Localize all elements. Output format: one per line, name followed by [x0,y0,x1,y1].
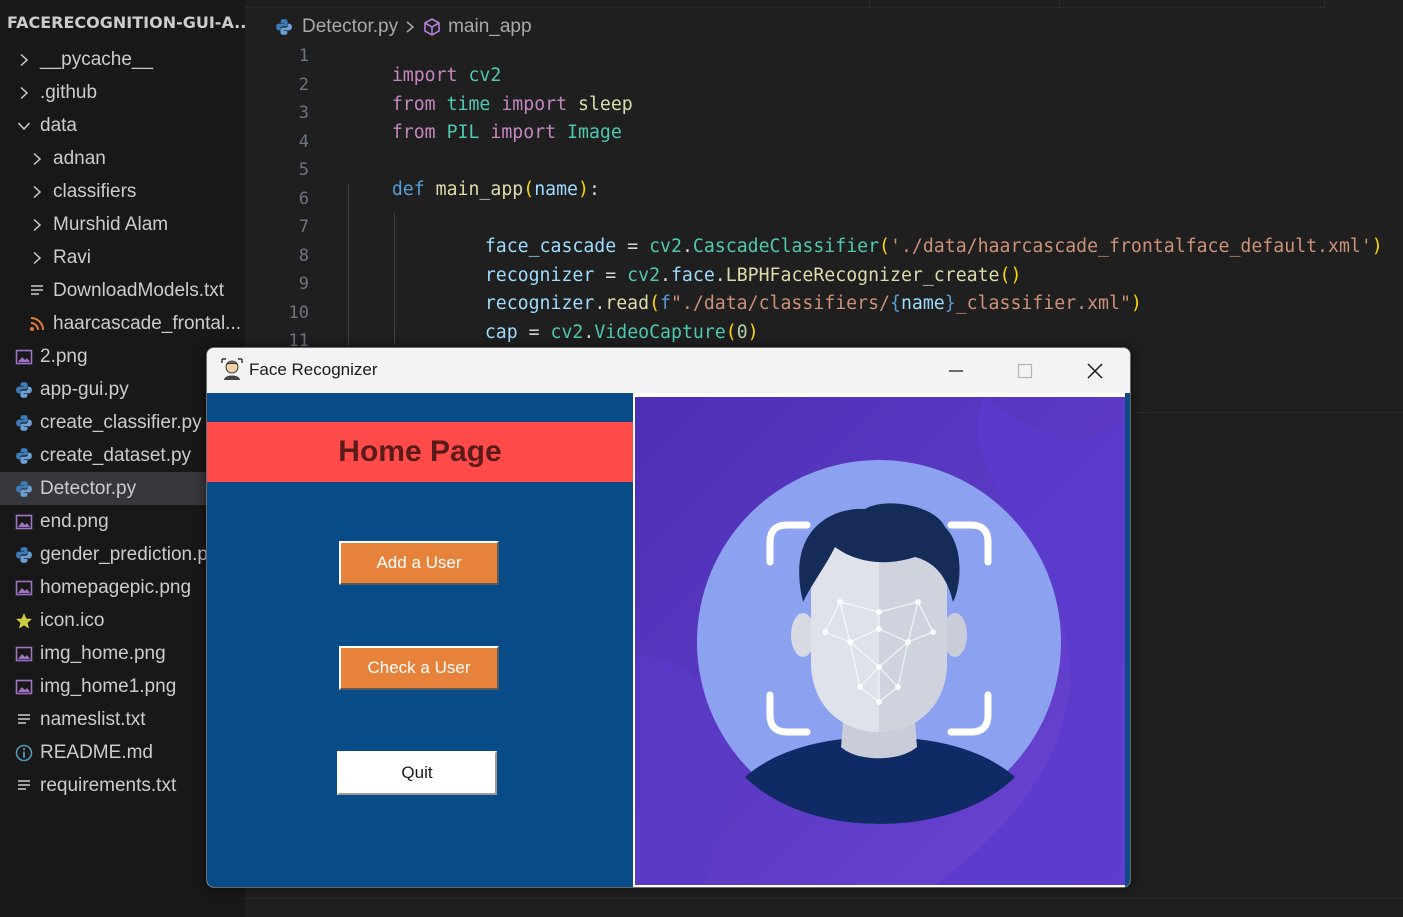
text-file-icon [14,776,34,796]
chevron-right-icon [14,50,34,70]
image-icon [14,644,34,664]
tree-item-label: DownloadModels.txt [53,279,225,301]
image-icon [14,347,34,367]
face-recognizer-window[interactable]: Face Recognizer Home Page Add a User Che… [206,347,1131,888]
tree-item-label: .github [40,81,98,103]
tree-item-label: adnan [53,147,106,169]
python-icon [14,380,34,400]
line-number: 9 [298,274,309,294]
tree-item-label: gender_prediction.py [40,543,218,565]
breadcrumb-file[interactable]: Detector.py [302,16,398,38]
tree-item-label: Murshid Alam [53,213,169,235]
check-user-button[interactable]: Check a User [339,646,499,690]
tree-item-label: nameslist.txt [40,708,146,730]
tree-item-label: img_home.png [40,642,166,664]
add-user-button[interactable]: Add a User [339,541,499,585]
maximize-button[interactable] [990,348,1060,393]
tree-item-label: app-gui.py [40,378,129,400]
tree-item-label: img_home1.png [40,675,177,697]
tree-file[interactable]: haarcascade_frontal... [0,307,245,340]
tree-folder[interactable]: .github [0,76,245,109]
tree-item-label: classifiers [53,180,137,202]
face-scan-illustration [635,397,1125,885]
python-icon [276,19,292,35]
method-cube-icon [424,18,440,36]
code-line-3: from PIL import Image [391,122,622,143]
line-number: 8 [298,246,309,266]
tree-item-label: data [40,114,77,136]
tree-item-label: Detector.py [40,477,137,499]
line-number: 2 [298,75,309,95]
info-icon [14,743,34,763]
line-number: 6 [298,189,309,209]
python-icon [14,446,34,466]
breadcrumb: Detector.py main_app [275,12,532,42]
tree-folder[interactable]: classifiers [0,175,245,208]
line-number: 5 [298,160,309,180]
quit-button[interactable]: Quit [337,751,497,795]
python-icon [14,545,34,565]
chevron-right-icon [27,248,47,268]
line-number: 1 [298,46,309,66]
tree-file[interactable]: DownloadModels.txt [0,274,245,307]
tree-item-label: README.md [40,741,153,763]
chevron-right-icon [27,149,47,169]
tree-item-label: homepagepic.png [40,576,192,598]
text-file-icon [27,281,47,301]
face-recognition-illustration [635,397,1125,885]
window-title: Face Recognizer [249,360,378,379]
image-icon [14,578,34,598]
chevron-right-icon [27,182,47,202]
line-number: 4 [298,132,309,152]
chevron-down-icon [14,116,34,136]
indent-guide [394,213,395,345]
window-right-edge [1125,393,1130,887]
line-number: 7 [298,217,309,237]
python-icon [14,413,34,433]
tree-item-label: icon.ico [40,609,105,631]
tree-item-label: create_classifier.py [40,411,202,433]
chevron-right-icon [406,21,415,33]
image-icon [14,512,34,532]
chevron-right-icon [27,215,47,235]
tree-item-label: haarcascade_frontal... [53,312,242,334]
tree-folder[interactable]: Ravi [0,241,245,274]
home-page-banner: Home Page [207,422,633,482]
tree-folder[interactable]: adnan [0,142,245,175]
tree-folder[interactable]: data [0,109,245,142]
rss-icon [27,314,47,334]
home-panel: Home Page Add a User Check a User Quit [207,393,633,887]
image-icon [14,677,34,697]
chevron-right-icon [14,83,34,103]
editor-divider [1130,412,1403,413]
code-line-5: def main_app(name): [391,179,600,200]
breadcrumb-symbol[interactable]: main_app [448,16,531,38]
tree-item-label: 2.png [40,345,88,367]
text-file-icon [14,710,34,730]
editor-divider [245,898,1403,899]
line-number: 3 [298,103,309,123]
maximize-icon [1017,363,1033,378]
tree-item-label: end.png [40,510,109,532]
star-icon [14,611,34,631]
minimize-button[interactable] [921,348,991,393]
tree-item-label: __pycache__ [40,48,154,70]
line-number: 10 [288,303,309,323]
close-icon [1087,362,1103,379]
explorer-root-folder[interactable]: FACERECOGNITION-GUI-A... [0,0,245,44]
explorer-root-label: FACERECOGNITION-GUI-A... [7,12,245,32]
close-button[interactable] [1060,348,1130,393]
tree-folder[interactable]: Murshid Alam [0,208,245,241]
tab-strip [245,0,1403,8]
python-icon [14,479,34,499]
window-body: Home Page Add a User Check a User Quit [207,393,1130,887]
tree-item-label: requirements.txt [40,774,177,796]
tree-item-label: create_dataset.py [40,444,192,466]
tree-item-label: Ravi [53,246,92,268]
minimize-icon [949,369,963,372]
window-titlebar[interactable]: Face Recognizer [207,348,1130,393]
face-app-icon [221,358,243,380]
tree-folder[interactable]: __pycache__ [0,43,245,76]
